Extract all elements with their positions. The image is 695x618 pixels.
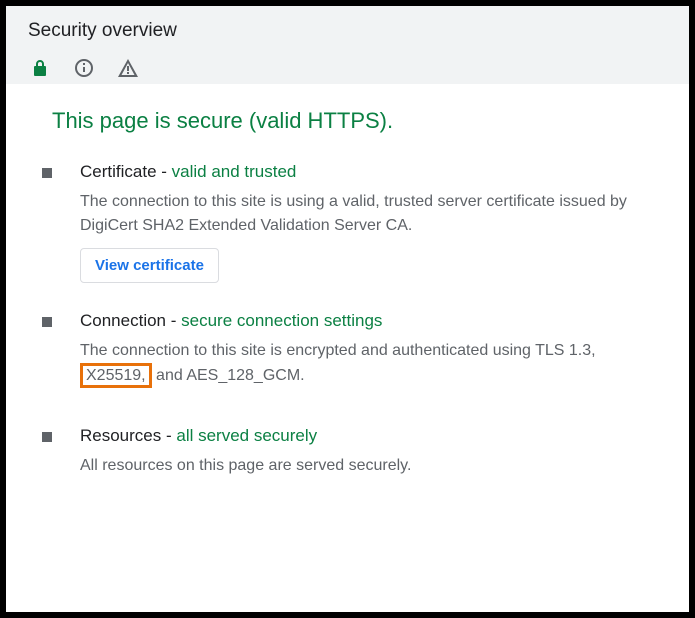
bullet-icon [42,168,52,178]
certificate-label: Certificate - [80,162,172,181]
connection-label: Connection - [80,311,181,330]
tab-secure[interactable] [28,60,52,84]
security-headline: This page is secure (valid HTTPS). [52,108,653,134]
resources-title: Resources - all served securely [80,426,653,446]
connection-section: Connection - secure connection settings … [42,311,653,398]
connection-title: Connection - secure connection settings [80,311,653,331]
resources-desc: All resources on this page are served se… [80,454,653,478]
resources-label: Resources - [80,426,176,445]
certificate-desc: The connection to this site is using a v… [80,190,653,238]
page-title: Security overview [28,20,667,42]
security-header: Security overview [6,6,689,84]
resources-section: Resources - all served securely All reso… [42,426,653,488]
tab-info[interactable] [72,60,96,84]
certificate-status: valid and trusted [172,162,297,181]
certificate-title: Certificate - valid and trusted [80,162,653,182]
connection-status: secure connection settings [181,311,382,330]
connection-highlight: X25519, [80,363,152,388]
security-content: This page is secure (valid HTTPS). Certi… [6,84,689,540]
certificate-section: Certificate - valid and trusted The conn… [42,162,653,283]
tab-warning[interactable] [116,60,140,84]
info-icon [74,58,94,78]
resources-status: all served securely [176,426,317,445]
warning-icon [117,58,139,78]
connection-desc-pre: The connection to this site is encrypted… [80,342,596,359]
bullet-icon [42,317,52,327]
connection-desc-post: and AES_128_GCM. [152,367,305,384]
connection-desc: The connection to this site is encrypted… [80,339,653,388]
bullet-icon [42,432,52,442]
lock-icon [32,59,48,77]
security-tabs [28,60,667,84]
view-certificate-button[interactable]: View certificate [80,248,219,283]
